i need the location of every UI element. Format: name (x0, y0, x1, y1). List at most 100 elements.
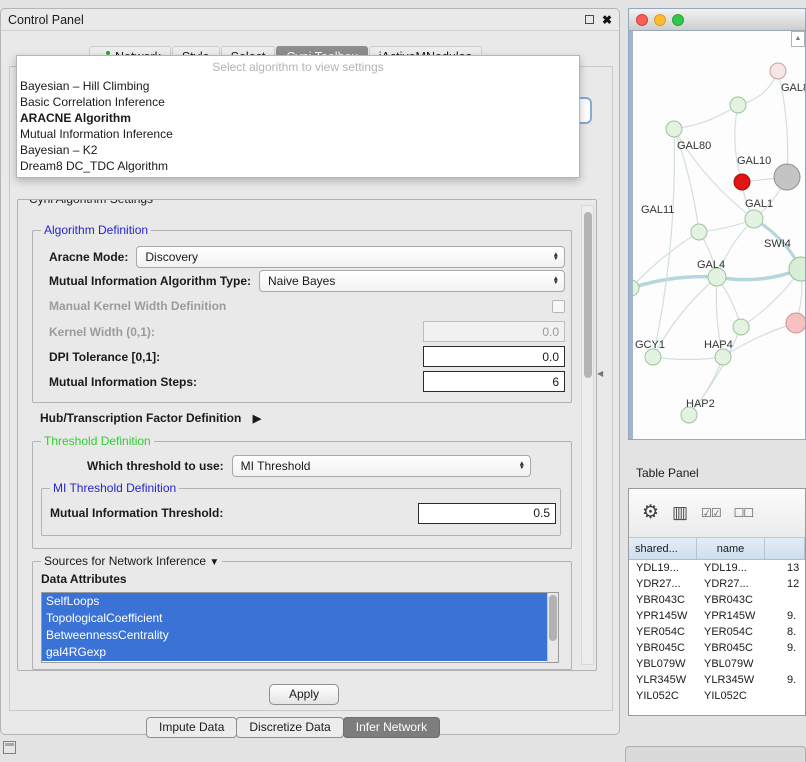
network-node[interactable] (734, 174, 750, 190)
scrollbar-thumb[interactable] (584, 212, 592, 378)
bottom-tab-infer-network[interactable]: Infer Network (343, 717, 440, 738)
network-node[interactable] (691, 224, 707, 240)
dpi-tolerance-field[interactable] (423, 346, 565, 367)
network-edge[interactable] (653, 357, 723, 360)
table-cell: 9. (765, 640, 805, 656)
select-all-icon[interactable]: ☑☑ (701, 506, 721, 520)
algorithm-option[interactable]: Bayesian – K2 (17, 142, 579, 158)
window-title: Control Panel (8, 13, 84, 27)
control-panel-titlebar[interactable]: Control Panel ✖ (1, 9, 619, 31)
network-svg: GAL8GAL80GAL10GAL11GAL1SWI4GAL4GCY1HAP4H… (633, 31, 805, 439)
table-row[interactable]: YPR145WYPR145W9. (629, 608, 805, 624)
table-row[interactable]: YBR045CYBR045C9. (629, 640, 805, 656)
network-node[interactable] (733, 319, 749, 335)
close-button[interactable] (636, 14, 648, 26)
network-node[interactable] (666, 121, 682, 137)
network-edge[interactable] (717, 269, 801, 280)
network-node[interactable] (633, 280, 639, 296)
data-attributes-list[interactable]: SelfLoopsTopologicalCoefficientBetweenne… (41, 592, 559, 663)
table-cell: 13 (765, 560, 805, 576)
algorithm-option[interactable]: Dream8 DC_TDC Algorithm (17, 158, 579, 174)
combo-arrows-icon: ▲▼ (553, 277, 559, 286)
network-node[interactable] (745, 210, 763, 228)
table-row[interactable]: YBL079WYBL079W (629, 656, 805, 672)
column-header[interactable] (765, 538, 805, 559)
minimize-button[interactable] (654, 14, 666, 26)
which-threshold-select[interactable]: MI Threshold ▲▼ (232, 455, 531, 477)
table-row[interactable]: YDR27...YDR27...12 (629, 576, 805, 592)
deselect-all-icon[interactable]: ☐☐ (734, 506, 754, 520)
bottom-panel-strip[interactable] (625, 746, 806, 762)
network-scroll-button[interactable]: ▲ (791, 31, 805, 47)
hub-definition-label: Hub/Transcription Factor Definition (40, 411, 241, 425)
close-icon[interactable]: ✖ (602, 14, 612, 26)
table-row[interactable]: YIL052CYIL052C (629, 688, 805, 704)
aracne-mode-label: Aracne Mode: (49, 250, 128, 264)
settings-scrollbar[interactable] (581, 205, 594, 665)
table-row[interactable]: YLR345WYLR345W9. (629, 672, 805, 688)
network-canvas[interactable]: GAL8GAL80GAL10GAL11GAL1SWI4GAL4GCY1HAP4H… (629, 31, 805, 439)
table-row[interactable]: YBR043CYBR043C (629, 592, 805, 608)
network-view-window: GAL8GAL80GAL10GAL11GAL1SWI4GAL4GCY1HAP4H… (628, 8, 806, 440)
apply-button[interactable]: Apply (269, 684, 339, 705)
table-cell: YDL19... (697, 560, 765, 576)
network-node[interactable] (789, 257, 805, 281)
hub-definition-expander[interactable]: Hub/Transcription Factor Definition ▶ (40, 411, 596, 427)
scrollbar-thumb[interactable] (549, 595, 557, 641)
table-cell (765, 592, 805, 608)
table-row[interactable]: YER054CYER054C8. (629, 624, 805, 640)
network-edge[interactable] (735, 105, 742, 182)
attribute-item[interactable]: SelfLoops (42, 593, 547, 610)
mi-threshold-title: MI Threshold Definition (50, 481, 179, 495)
network-node[interactable] (715, 349, 731, 365)
manual-kernel-checkbox[interactable] (552, 300, 565, 313)
node-label: GAL80 (677, 140, 711, 152)
zoom-button[interactable] (672, 14, 684, 26)
sources-title[interactable]: Sources for Network Inference ▼ (41, 554, 222, 570)
table-toolbar: ⚙ ▥ ☑☑ ☐☐ (629, 489, 805, 538)
node-label: GAL4 (697, 259, 725, 271)
bottom-tab-impute-data[interactable]: Impute Data (146, 717, 237, 738)
network-edge[interactable] (633, 277, 717, 288)
column-header[interactable]: name (697, 538, 765, 559)
network-node[interactable] (730, 97, 746, 113)
column-header[interactable]: shared... (629, 538, 697, 559)
table-cell: YPR145W (629, 608, 697, 624)
mi-type-select[interactable]: Naive Bayes ▲▼ (259, 270, 565, 292)
split-collapse-icon[interactable]: ◀ (597, 369, 603, 378)
table-row[interactable]: YDL19...YDL19...13 (629, 560, 805, 576)
algorithm-option[interactable]: Mutual Information Inference (17, 126, 579, 142)
attribute-item[interactable]: TopologicalCoefficient (42, 610, 547, 627)
collapse-down-icon: ▼ (209, 557, 219, 568)
expand-right-icon: ▶ (253, 413, 261, 425)
algorithm-option[interactable]: Bayesian – Hill Climbing (17, 78, 579, 94)
column-visibility-icon[interactable]: ▥ (672, 504, 688, 522)
table-cell: YBL079W (697, 656, 765, 672)
table-cell: YIL052C (629, 688, 697, 704)
sources-group: Sources for Network Inference ▼ Data Att… (32, 561, 572, 670)
kernel-width-field[interactable] (423, 321, 565, 342)
mi-threshold-field[interactable] (418, 503, 556, 524)
bottom-tab-discretize-data[interactable]: Discretize Data (236, 717, 343, 738)
minimized-panel-icon[interactable] (3, 741, 16, 754)
aracne-mode-select[interactable]: Discovery ▲▼ (136, 246, 565, 268)
table-panel-window: ⚙ ▥ ☑☑ ☐☐ shared...name YDL19...YDL19...… (628, 488, 806, 716)
network-edge[interactable] (653, 129, 674, 357)
network-node[interactable] (774, 164, 800, 190)
table-cell: YLR345W (697, 672, 765, 688)
network-node[interactable] (645, 349, 661, 365)
node-label: GAL10 (737, 155, 771, 167)
settings-gear-icon[interactable]: ⚙ (642, 503, 659, 523)
table-cell: YLR345W (629, 672, 697, 688)
network-window-titlebar[interactable] (629, 9, 805, 31)
algorithm-option[interactable]: ARACNE Algorithm (17, 110, 579, 126)
attributes-scrollbar[interactable] (547, 593, 558, 662)
float-window-icon[interactable] (585, 15, 594, 24)
network-node[interactable] (786, 313, 805, 333)
network-node[interactable] (770, 63, 786, 79)
algorithm-option[interactable]: Basic Correlation Inference (17, 94, 579, 110)
mi-steps-field[interactable] (423, 371, 565, 392)
attribute-item[interactable]: gal4RGexp (42, 644, 547, 661)
attribute-item[interactable]: BetweennessCentrality (42, 627, 547, 644)
network-edge[interactable] (674, 105, 738, 129)
